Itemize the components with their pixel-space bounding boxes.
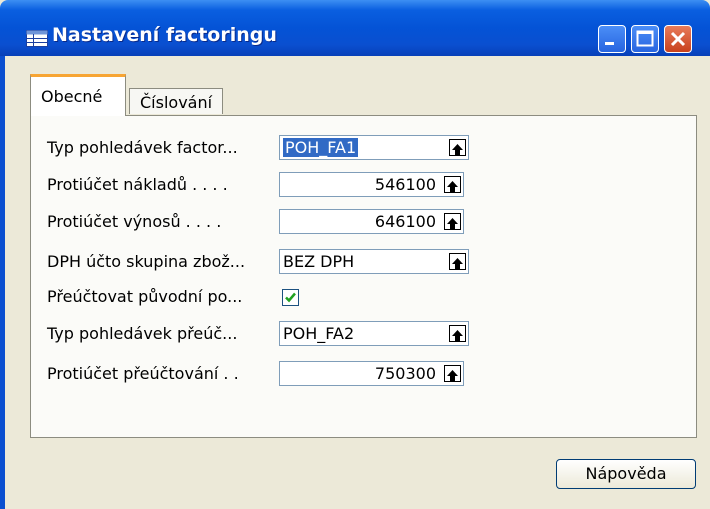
protiucet-preuctovani-field[interactable]: 750300 (279, 361, 464, 386)
lookup-arrow-icon[interactable] (449, 139, 466, 156)
lookup-arrow-icon[interactable] (444, 176, 461, 193)
lookup-arrow-icon[interactable] (449, 325, 466, 342)
field-label: Typ pohledávek přeúč... (47, 324, 238, 343)
minimize-icon (605, 42, 614, 45)
tab-cislovani[interactable]: Číslování (129, 88, 223, 114)
field-value: 646100 (374, 212, 436, 231)
maximize-icon (636, 30, 654, 47)
lookup-arrow-icon[interactable] (444, 365, 461, 382)
minimize-button[interactable] (598, 25, 626, 53)
window-title: Nastavení factoringu (52, 24, 277, 46)
dialog-window: Nastavení factoringu Obecné Číslování Ty… (0, 0, 710, 509)
typ-pohledavek-preuc-field[interactable]: POH_FA2 (279, 321, 469, 346)
field-label: Protiúčet nákladů . . . . (47, 175, 228, 194)
maximize-button[interactable] (631, 25, 659, 53)
field-value: 546100 (374, 175, 436, 194)
field-value: BEZ DPH (283, 252, 355, 271)
field-label: Přeúčtovat původní po... (47, 287, 243, 306)
field-label: Protiúčet přeúčtování . . (47, 364, 239, 383)
window-border (0, 56, 5, 509)
close-icon (670, 31, 686, 47)
lookup-arrow-icon[interactable] (449, 253, 466, 270)
title-bar[interactable]: Nastavení factoringu (0, 0, 710, 56)
typ-pohledavek-factor-field[interactable]: POH_FA1 (279, 135, 469, 160)
field-label: Typ pohledávek factor... (47, 138, 238, 157)
field-value: POH_FA2 (283, 324, 355, 343)
table-icon (26, 30, 48, 47)
field-value: 750300 (374, 364, 436, 383)
field-value: POH_FA1 (283, 138, 359, 157)
protiucet-vynosu-field[interactable]: 646100 (279, 209, 464, 234)
close-button[interactable] (664, 25, 692, 53)
dph-ucto-skupina-field[interactable]: BEZ DPH (279, 249, 469, 274)
lookup-arrow-icon[interactable] (444, 213, 461, 230)
preuctovat-checkbox[interactable] (282, 289, 299, 306)
tab-panel (30, 115, 697, 438)
tab-obecne[interactable]: Obecné (30, 74, 126, 116)
field-label: Protiúčet výnosů . . . . (47, 212, 222, 231)
protiucet-nakladu-field[interactable]: 546100 (279, 172, 464, 197)
checkmark-icon (285, 292, 296, 303)
field-label: DPH účto skupina zbož... (47, 252, 246, 271)
help-button[interactable]: Nápověda (556, 459, 696, 489)
